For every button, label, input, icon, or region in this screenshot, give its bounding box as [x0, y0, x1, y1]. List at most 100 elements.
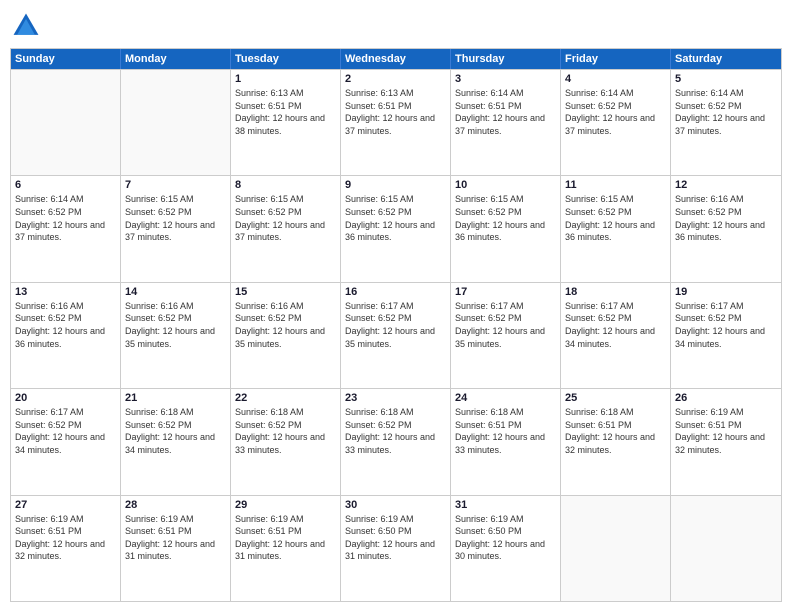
calendar-cell-18: 18Sunrise: 6:17 AM Sunset: 6:52 PM Dayli…: [561, 283, 671, 388]
cell-info: Sunrise: 6:19 AM Sunset: 6:51 PM Dayligh…: [675, 406, 777, 456]
calendar-row-4: 27 Sunrise: 6:19 AM Sunset: 6:51 PM Dayli…: [11, 495, 781, 601]
day-number: 30: [345, 499, 446, 511]
cell-info: Sunrise: 6:19 AM Sunset: 6:51 PM Dayligh…: [235, 513, 336, 563]
cell-info: Sunrise: 6:18 AM Sunset: 6:51 PM Dayligh…: [565, 406, 666, 456]
calendar-cell-12: 12Sunrise: 6:16 AM Sunset: 6:52 PM Dayli…: [671, 176, 781, 281]
cell-info: Sunrise: 6:13 AM Sunset: 6:51 PM Dayligh…: [345, 87, 446, 137]
cell-info: Sunrise: 6:19 AM Sunset: 6:51 PM Dayligh…: [125, 513, 226, 563]
cell-info: Sunrise: 6:18 AM Sunset: 6:52 PM Dayligh…: [235, 406, 336, 456]
calendar-cell-empty: [11, 70, 121, 175]
weekday-header-sunday: Sunday: [11, 49, 121, 69]
day-number: 28: [125, 499, 226, 511]
cell-info: Sunrise: 6:19 AM Sunset: 6:50 PM Dayligh…: [455, 513, 556, 563]
logo-icon: [10, 10, 42, 42]
calendar-row-1: 6Sunrise: 6:14 AM Sunset: 6:52 PM Daylig…: [11, 175, 781, 281]
day-number: 17: [455, 286, 556, 298]
cell-info: Sunrise: 6:15 AM Sunset: 6:52 PM Dayligh…: [345, 193, 446, 243]
calendar-cell-14: 14 Sunrise: 6:16 AM Sunset: 6:52 PM Dayli…: [121, 283, 231, 388]
calendar-cell-empty: [561, 496, 671, 601]
cell-info: Sunrise: 6:14 AM Sunset: 6:51 PM Dayligh…: [455, 87, 556, 137]
day-number: 1: [235, 73, 336, 85]
cell-info: Sunrise: 6:18 AM Sunset: 6:52 PM Dayligh…: [125, 406, 226, 456]
day-number: 19: [675, 286, 777, 298]
calendar-cell-9: 9 Sunrise: 6:15 AM Sunset: 6:52 PM Daylig…: [341, 176, 451, 281]
calendar-cell-empty: [671, 496, 781, 601]
page: SundayMondayTuesdayWednesdayThursdayFrid…: [0, 0, 792, 612]
calendar-cell-3: 3Sunrise: 6:14 AM Sunset: 6:51 PM Daylig…: [451, 70, 561, 175]
calendar-cell-8: 8 Sunrise: 6:15 AM Sunset: 6:52 PM Daylig…: [231, 176, 341, 281]
day-number: 10: [455, 179, 556, 191]
cell-info: Sunrise: 6:17 AM Sunset: 6:52 PM Dayligh…: [15, 406, 116, 456]
calendar-cell-23: 23 Sunrise: 6:18 AM Sunset: 6:52 PM Dayli…: [341, 389, 451, 494]
day-number: 18: [565, 286, 666, 298]
day-number: 27: [15, 499, 116, 511]
calendar-cell-13: 13 Sunrise: 6:16 AM Sunset: 6:52 PM Dayli…: [11, 283, 121, 388]
day-number: 20: [15, 392, 116, 404]
calendar-body: 1 Sunrise: 6:13 AM Sunset: 6:51 PM Daylig…: [11, 69, 781, 601]
day-number: 29: [235, 499, 336, 511]
calendar-cell-28: 28 Sunrise: 6:19 AM Sunset: 6:51 PM Dayli…: [121, 496, 231, 601]
calendar-cell-5: 5 Sunrise: 6:14 AM Sunset: 6:52 PM Daylig…: [671, 70, 781, 175]
calendar-cell-21: 21 Sunrise: 6:18 AM Sunset: 6:52 PM Dayli…: [121, 389, 231, 494]
day-number: 25: [565, 392, 666, 404]
day-number: 5: [675, 73, 777, 85]
calendar-cell-15: 15 Sunrise: 6:16 AM Sunset: 6:52 PM Dayli…: [231, 283, 341, 388]
calendar-cell-2: 2 Sunrise: 6:13 AM Sunset: 6:51 PM Daylig…: [341, 70, 451, 175]
day-number: 8: [235, 179, 336, 191]
calendar-cell-10: 10 Sunrise: 6:15 AM Sunset: 6:52 PM Dayli…: [451, 176, 561, 281]
day-number: 9: [345, 179, 446, 191]
calendar-cell-7: 7Sunrise: 6:15 AM Sunset: 6:52 PM Daylig…: [121, 176, 231, 281]
cell-info: Sunrise: 6:19 AM Sunset: 6:50 PM Dayligh…: [345, 513, 446, 563]
calendar-cell-4: 4Sunrise: 6:14 AM Sunset: 6:52 PM Daylig…: [561, 70, 671, 175]
day-number: 14: [125, 286, 226, 298]
calendar: SundayMondayTuesdayWednesdayThursdayFrid…: [10, 48, 782, 602]
cell-info: Sunrise: 6:15 AM Sunset: 6:52 PM Dayligh…: [235, 193, 336, 243]
cell-info: Sunrise: 6:14 AM Sunset: 6:52 PM Dayligh…: [675, 87, 777, 137]
cell-info: Sunrise: 6:13 AM Sunset: 6:51 PM Dayligh…: [235, 87, 336, 137]
cell-info: Sunrise: 6:18 AM Sunset: 6:52 PM Dayligh…: [345, 406, 446, 456]
calendar-cell-22: 22 Sunrise: 6:18 AM Sunset: 6:52 PM Dayli…: [231, 389, 341, 494]
day-number: 24: [455, 392, 556, 404]
cell-info: Sunrise: 6:15 AM Sunset: 6:52 PM Dayligh…: [125, 193, 226, 243]
day-number: 11: [565, 179, 666, 191]
cell-info: Sunrise: 6:15 AM Sunset: 6:52 PM Dayligh…: [565, 193, 666, 243]
weekday-header-wednesday: Wednesday: [341, 49, 451, 69]
day-number: 21: [125, 392, 226, 404]
cell-info: Sunrise: 6:17 AM Sunset: 6:52 PM Dayligh…: [345, 300, 446, 350]
calendar-cell-25: 25 Sunrise: 6:18 AM Sunset: 6:51 PM Dayli…: [561, 389, 671, 494]
calendar-row-2: 13 Sunrise: 6:16 AM Sunset: 6:52 PM Dayli…: [11, 282, 781, 388]
cell-info: Sunrise: 6:15 AM Sunset: 6:52 PM Dayligh…: [455, 193, 556, 243]
calendar-cell-24: 24 Sunrise: 6:18 AM Sunset: 6:51 PM Dayli…: [451, 389, 561, 494]
calendar-cell-20: 20 Sunrise: 6:17 AM Sunset: 6:52 PM Dayli…: [11, 389, 121, 494]
day-number: 16: [345, 286, 446, 298]
calendar-row-3: 20 Sunrise: 6:17 AM Sunset: 6:52 PM Dayli…: [11, 388, 781, 494]
cell-info: Sunrise: 6:17 AM Sunset: 6:52 PM Dayligh…: [455, 300, 556, 350]
weekday-header-thursday: Thursday: [451, 49, 561, 69]
cell-info: Sunrise: 6:16 AM Sunset: 6:52 PM Dayligh…: [235, 300, 336, 350]
calendar-cell-19: 19 Sunrise: 6:17 AM Sunset: 6:52 PM Dayli…: [671, 283, 781, 388]
day-number: 12: [675, 179, 777, 191]
cell-info: Sunrise: 6:17 AM Sunset: 6:52 PM Dayligh…: [675, 300, 777, 350]
weekday-header-tuesday: Tuesday: [231, 49, 341, 69]
calendar-cell-30: 30 Sunrise: 6:19 AM Sunset: 6:50 PM Dayli…: [341, 496, 451, 601]
day-number: 22: [235, 392, 336, 404]
weekday-header-saturday: Saturday: [671, 49, 781, 69]
calendar-cell-6: 6Sunrise: 6:14 AM Sunset: 6:52 PM Daylig…: [11, 176, 121, 281]
calendar-cell-16: 16 Sunrise: 6:17 AM Sunset: 6:52 PM Dayli…: [341, 283, 451, 388]
calendar-cell-17: 17 Sunrise: 6:17 AM Sunset: 6:52 PM Dayli…: [451, 283, 561, 388]
day-number: 23: [345, 392, 446, 404]
day-number: 13: [15, 286, 116, 298]
calendar-cell-1: 1 Sunrise: 6:13 AM Sunset: 6:51 PM Daylig…: [231, 70, 341, 175]
calendar-cell-empty: [121, 70, 231, 175]
cell-info: Sunrise: 6:18 AM Sunset: 6:51 PM Dayligh…: [455, 406, 556, 456]
day-number: 26: [675, 392, 777, 404]
cell-info: Sunrise: 6:16 AM Sunset: 6:52 PM Dayligh…: [125, 300, 226, 350]
cell-info: Sunrise: 6:14 AM Sunset: 6:52 PM Dayligh…: [15, 193, 116, 243]
calendar-row-0: 1 Sunrise: 6:13 AM Sunset: 6:51 PM Daylig…: [11, 69, 781, 175]
day-number: 15: [235, 286, 336, 298]
day-number: 2: [345, 73, 446, 85]
header: [10, 10, 782, 42]
weekday-header-friday: Friday: [561, 49, 671, 69]
day-number: 4: [565, 73, 666, 85]
cell-info: Sunrise: 6:16 AM Sunset: 6:52 PM Dayligh…: [15, 300, 116, 350]
